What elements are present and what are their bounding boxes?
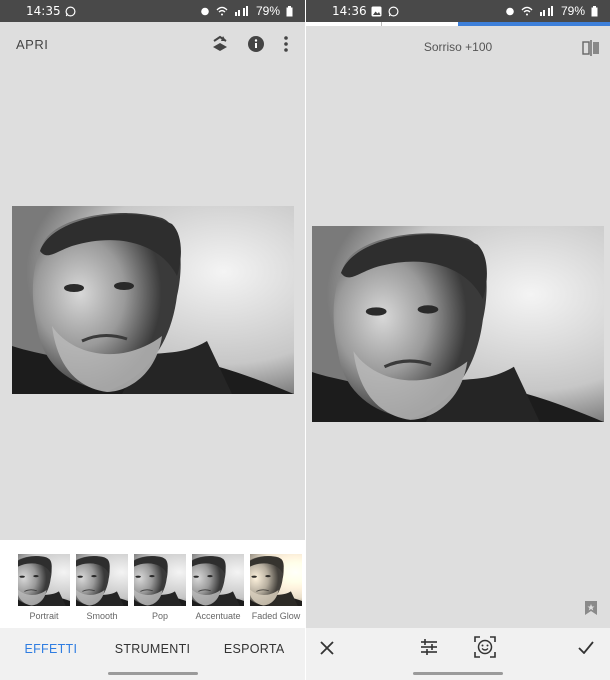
status-time: 14:36	[332, 4, 367, 18]
editor-screen-left: 14:35 79% APRI Portrait Smooth Pop Accen…	[0, 0, 305, 680]
top-bar: APRI	[0, 22, 305, 66]
sliders-icon[interactable]	[420, 639, 438, 655]
battery-level: 79%	[560, 4, 585, 18]
adjustment-slider-indicator[interactable]	[306, 22, 610, 26]
status-time: 14:35	[26, 4, 61, 18]
signal-icon	[234, 6, 248, 16]
gallery-icon	[371, 6, 382, 16]
compare-icon[interactable]	[582, 40, 600, 56]
info-icon[interactable]	[247, 35, 265, 53]
whatsapp-icon	[65, 6, 76, 16]
close-icon[interactable]	[320, 641, 334, 655]
filter-accentuate[interactable]: Accentuate	[192, 554, 244, 621]
wifi-icon	[521, 6, 533, 16]
slider-center-tick	[381, 22, 382, 26]
filter-label: Accentuate	[195, 611, 241, 621]
bookmark-icon[interactable]	[584, 600, 598, 616]
adjustment-value-label: Sorriso +100	[423, 40, 493, 54]
check-icon[interactable]	[578, 641, 594, 654]
gesture-handle[interactable]	[107, 672, 198, 675]
whatsapp-icon	[388, 6, 399, 16]
filter-portrait[interactable]: Portrait	[18, 554, 70, 621]
slider-fill	[458, 22, 610, 26]
filter-label: Pop	[151, 611, 168, 621]
battery-icon	[591, 5, 598, 16]
status-bar: 14:36 79%	[306, 0, 610, 22]
bottom-navigation: EFFETTI STRUMENTI ESPORTA	[0, 628, 305, 680]
filter-pop[interactable]: Pop	[134, 554, 186, 621]
tab-effects[interactable]: EFFETTI	[0, 628, 102, 680]
photo-preview[interactable]	[12, 206, 294, 394]
photo-preview[interactable]	[312, 226, 604, 422]
status-bar: 14:35 79%	[0, 0, 305, 22]
battery-level: 79%	[255, 4, 280, 18]
face-icon[interactable]	[474, 636, 496, 658]
filter-strip: Portrait Smooth Pop Accentuate Faded Glo…	[0, 540, 305, 628]
alarm-icon	[506, 7, 514, 16]
filter-label: Faded Glow	[251, 611, 301, 621]
filter-label: Portrait	[29, 611, 59, 621]
wifi-icon	[216, 6, 228, 16]
layers-icon[interactable]	[211, 34, 229, 54]
alarm-icon	[201, 7, 209, 16]
filter-smooth[interactable]: Smooth	[76, 554, 128, 621]
signal-icon	[539, 6, 553, 16]
more-icon[interactable]	[283, 35, 289, 53]
adjustment-toolbar	[306, 628, 610, 680]
filter-faded-glow[interactable]: Faded Glow	[250, 554, 302, 621]
open-button[interactable]: APRI	[16, 37, 48, 52]
battery-icon	[286, 5, 293, 16]
editor-screen-right: 14:36 79% Sorriso +100	[306, 0, 610, 680]
gesture-handle[interactable]	[413, 672, 503, 675]
tab-export[interactable]: ESPORTA	[203, 628, 305, 680]
filter-label: Smooth	[86, 611, 118, 621]
